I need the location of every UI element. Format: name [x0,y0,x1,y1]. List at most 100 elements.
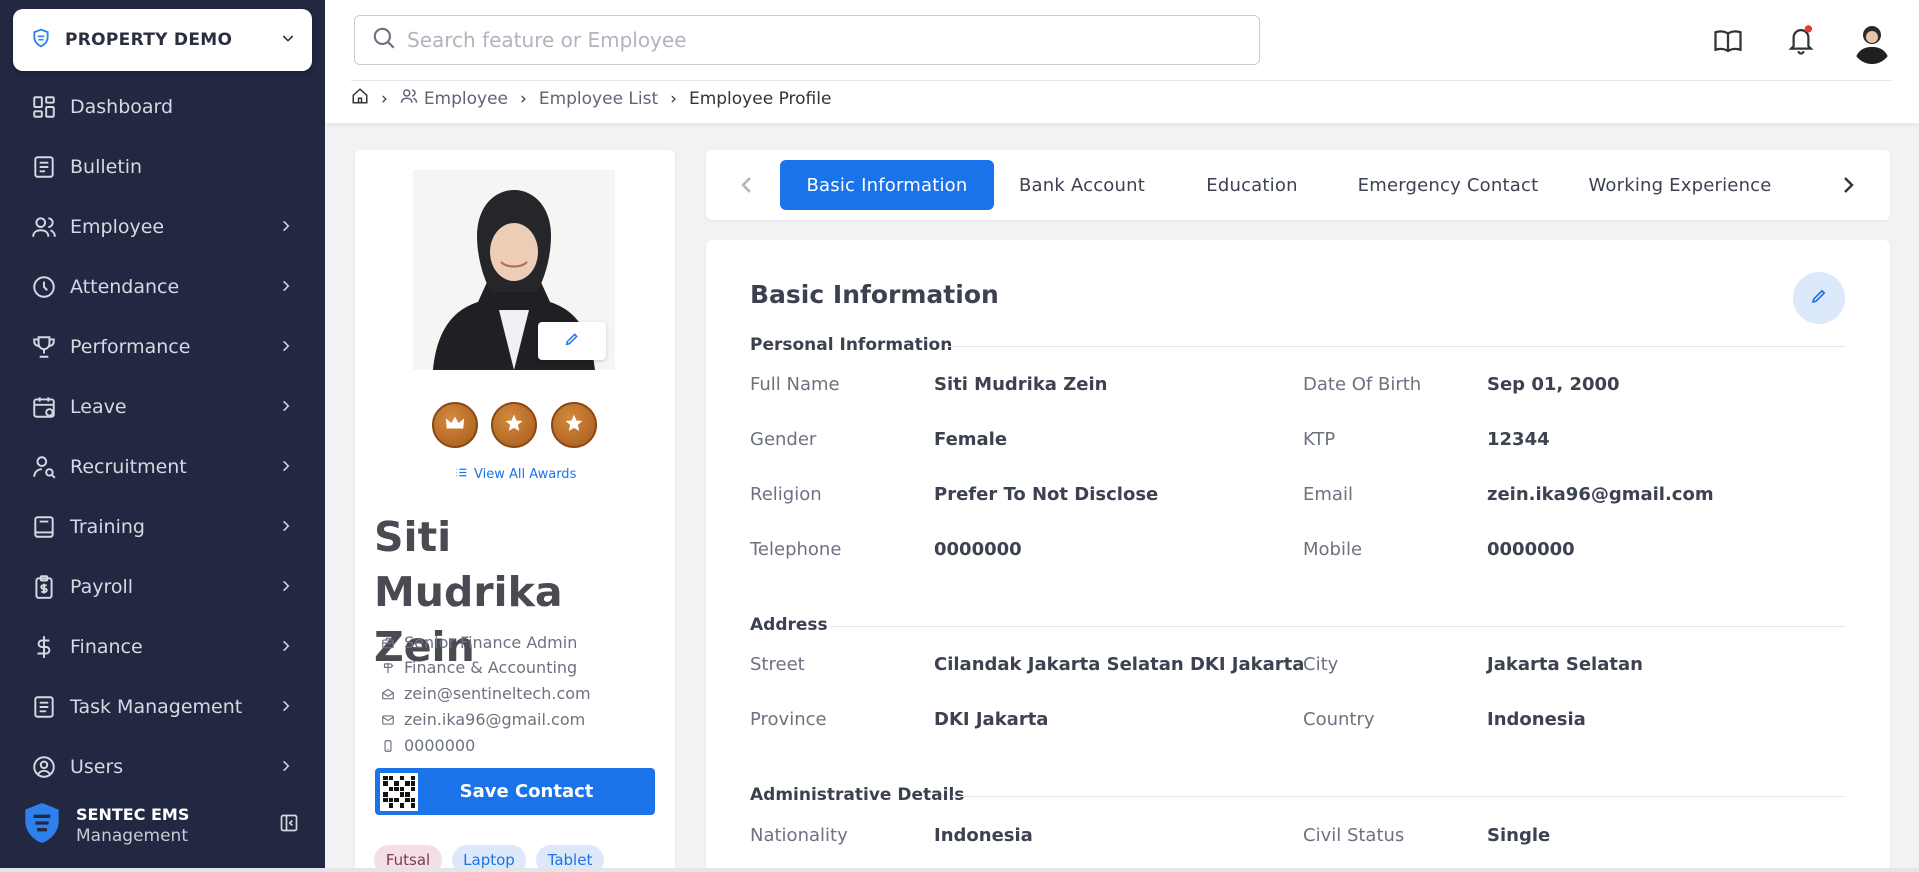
bottom-edge [0,868,1919,872]
chevron-right-icon [279,516,293,538]
award-badge-star[interactable] [551,402,597,448]
tab-bank-account[interactable]: Bank Account [1010,160,1154,210]
sidebar-item-label: Payroll [70,576,134,598]
chevron-right-icon [279,456,293,478]
search-input[interactable] [407,28,1227,52]
star-icon [504,413,524,437]
chevron-right-icon [279,396,293,418]
sidebar-item-users[interactable]: Users [0,744,325,790]
sidebar-item-employee[interactable]: Employee [0,204,325,250]
chevron-right-icon [279,216,293,238]
brand-logo-icon [22,801,62,849]
breadcrumb-separator-icon: › [381,88,388,109]
profile-phone: 0000000 [380,736,475,755]
chevron-right-icon [279,636,293,658]
work-email-text: zein@sentineltech.com [404,684,591,703]
award-badge-crown[interactable] [432,402,478,448]
section-divider [952,796,1845,797]
bulletin-icon [30,153,58,181]
profile-work-email: zein@sentineltech.com [380,684,591,703]
profile-email: zein.ika96@gmail.com [380,710,585,729]
sidebar-item-payroll[interactable]: Payroll [0,564,325,610]
property-name: PROPERTY DEMO [65,30,233,50]
view-all-awards-label: View All Awards [474,467,577,482]
field-label: Email [1303,484,1353,505]
tab-education[interactable]: Education [1186,160,1318,210]
field-value: Siti Mudrika Zein [934,374,1108,395]
sidebar-item-label: Training [70,516,145,538]
administrative-details-title: Administrative Details [750,785,965,805]
sidebar-item-leave[interactable]: Leave [0,384,325,430]
field-label: Date Of Birth [1303,374,1422,395]
book-icon [30,513,58,541]
tab-working-experience[interactable]: Working Experience [1578,160,1782,210]
sidebar-item-task-management[interactable]: Task Management [0,684,325,730]
calendar-icon [30,393,58,421]
breadcrumb-employee[interactable]: Employee [424,89,508,109]
sidebar-item-recruitment[interactable]: Recruitment [0,444,325,490]
save-contact-label: Save Contact [459,781,594,802]
chevron-right-icon [279,276,293,298]
breadcrumb-separator-icon: › [670,88,677,109]
notification-bell-icon[interactable] [1786,24,1816,60]
search-icon [371,25,397,55]
field-value: zein.ika96@gmail.com [1487,484,1714,505]
phone-icon [380,739,396,753]
edit-basic-info-button[interactable] [1793,272,1845,324]
sidebar-item-label: Attendance [70,276,180,298]
property-selector[interactable]: PROPERTY DEMO [13,9,312,71]
user-circle-icon [30,753,58,781]
sidebar-item-finance[interactable]: Finance [0,624,325,670]
collapse-sidebar-icon[interactable] [279,813,299,837]
field-label: Full Name [750,374,840,395]
field-label: KTP [1303,429,1336,450]
search-box[interactable] [354,15,1260,65]
profile-department: Finance & Accounting [380,658,577,677]
sidebar-item-training[interactable]: Training [0,504,325,550]
view-all-awards-link[interactable]: View All Awards [455,466,576,483]
brand: SENTEC EMS Management [22,800,307,850]
tab-prev-icon[interactable] [740,175,754,199]
section-heading: Basic Information [750,280,999,309]
section-divider [948,346,1845,347]
tab-next-icon[interactable] [1841,175,1855,199]
sidebar-item-label: Recruitment [70,456,187,478]
sidebar-item-performance[interactable]: Performance [0,324,325,370]
field-label: Country [1303,709,1375,730]
book-open-icon[interactable] [1713,26,1743,60]
field-label: Province [750,709,827,730]
field-value: Cilandak Jakarta Selatan DKI Jakarta [934,654,1305,675]
list-icon [455,466,468,483]
field-label: Nationality [750,825,848,846]
breadcrumb-employee-list[interactable]: Employee List [539,89,658,109]
crown-icon [444,413,466,437]
sidebar-item-label: Leave [70,396,127,418]
field-label: Religion [750,484,822,505]
field-label: Telephone [750,539,842,560]
breadcrumb-current: Employee Profile [688,88,832,109]
tab-basic-information[interactable]: Basic Information [780,160,994,210]
users-icon [30,213,58,241]
email-text: zein.ika96@gmail.com [404,710,586,729]
mail-icon [380,713,396,727]
star-icon [564,413,584,437]
award-badge-star[interactable] [491,402,537,448]
department-text: Finance & Accounting [404,658,578,677]
brand-subtitle: Management [76,825,188,846]
sidebar-item-label: Users [70,756,124,778]
field-value: 0000000 [1487,539,1575,560]
field-value: Single [1487,825,1551,846]
home-icon[interactable] [351,87,369,110]
qr-code-icon [380,772,418,811]
sidebar-item-dashboard[interactable]: Dashboard [0,84,325,130]
sidebar-item-label: Finance [70,636,143,658]
sidebar-item-attendance[interactable]: Attendance [0,264,325,310]
sidebar: PROPERTY DEMO Dashboard Bulletin Employe… [0,0,325,872]
sidebar-item-label: Task Management [70,696,243,718]
sidebar-item-bulletin[interactable]: Bulletin [0,144,325,190]
avatar[interactable] [1851,18,1893,64]
shield-icon [31,28,51,52]
save-contact-button[interactable]: Save Contact [375,768,655,815]
edit-photo-button[interactable] [538,322,606,360]
tab-emergency-contact[interactable]: Emergency Contact [1350,160,1546,210]
